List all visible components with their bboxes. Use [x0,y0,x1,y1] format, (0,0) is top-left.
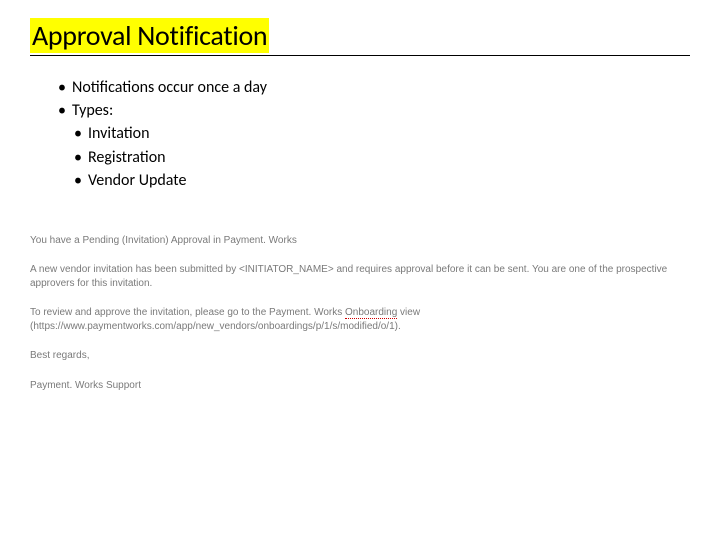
list-item-text: Notifications occur once a day [72,76,267,99]
bullet-list: • Notifications occur once a day • Types… [58,76,690,192]
bullet-icon: • [74,169,88,192]
email-action-underlined: Onboarding [345,307,397,319]
email-signature: Payment. Works Support [30,379,690,393]
list-item: • Vendor Update [74,169,690,192]
email-subject: You have a Pending (Invitation) Approval… [30,234,690,248]
list-item-text: Vendor Update [88,169,186,192]
list-item: • Notifications occur once a day [58,76,690,99]
list-item: • Registration [74,146,690,169]
title-row: Approval Notification [30,18,690,56]
email-action-prefix: To review and approve the invitation, pl… [30,307,345,318]
email-preview: You have a Pending (Invitation) Approval… [30,234,690,393]
page-title: Approval Notification [30,18,269,53]
bullet-icon: • [74,146,88,169]
bullet-icon: • [58,76,72,99]
list-item: • Types: [58,99,690,122]
email-url: https://www.paymentworks.com/app/new_ven… [33,321,394,332]
email-body: A new vendor invitation has been submitt… [30,263,690,290]
list-item-text: Invitation [88,122,150,145]
bullet-icon: • [74,122,88,145]
email-signoff: Best regards, [30,349,690,363]
list-item: • Invitation [74,122,690,145]
bullet-icon: • [58,99,72,122]
email-action-line: To review and approve the invitation, pl… [30,306,690,333]
sub-list: • Invitation • Registration • Vendor Upd… [74,122,690,192]
list-item-text: Registration [88,146,166,169]
email-action-close: ). [395,321,401,332]
list-item-text: Types: [72,99,113,122]
